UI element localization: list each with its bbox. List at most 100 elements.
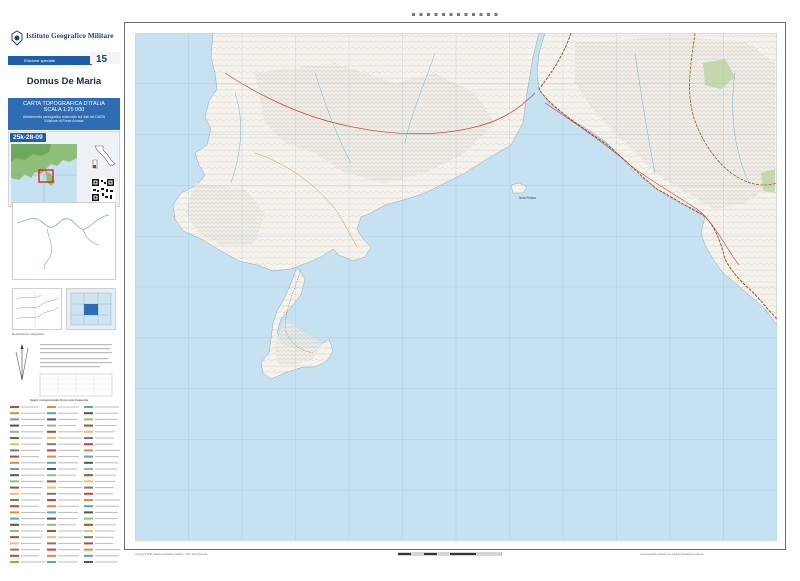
legend-entry-text: [21, 468, 45, 470]
legend-symbol: [10, 511, 19, 514]
legend-entry-text: [58, 418, 77, 420]
legal-note: La cartografia prodotta non viola la leg…: [640, 553, 705, 556]
legend-symbol: [10, 517, 19, 520]
legend-entry-text: [21, 462, 46, 464]
legend-entry-text: [58, 449, 80, 451]
legend-symbol: [84, 511, 93, 514]
locator-map: [11, 144, 77, 206]
legend-entry-text: [95, 418, 117, 420]
legend-symbol: [84, 480, 93, 483]
legend-symbol: [84, 461, 93, 464]
legend-symbol: [84, 424, 93, 427]
legend-entry-text: [95, 561, 118, 563]
legend-entry-text: [58, 493, 81, 495]
legend-entry-text: [21, 406, 39, 408]
legend-entry-text: [21, 412, 46, 414]
legend-symbol: [84, 455, 93, 458]
legend-entry-text: [95, 524, 116, 526]
legend-entry-text: [21, 456, 39, 458]
legend-symbol: [84, 499, 93, 501]
legend-symbol: [10, 443, 19, 446]
italy-overview-icon: [92, 145, 116, 169]
legend-title: Segni convenzionali di uso più frequente: [30, 398, 89, 402]
republic-emblem-icon: [11, 30, 23, 46]
legend-symbol: [84, 418, 93, 421]
legend-symbol: [47, 468, 56, 470]
legend-entry-text: [21, 518, 45, 520]
index-tick: [457, 13, 460, 16]
legend-symbol: [10, 424, 19, 427]
legend-entry-text: [58, 425, 76, 427]
legend-entry-text: [21, 474, 44, 476]
legend-entry-text: [58, 462, 78, 464]
legend-entry-text: [95, 449, 120, 451]
legend-entry-text: [21, 530, 43, 532]
legend-entry-text: [58, 468, 77, 470]
index-tick: [464, 13, 468, 16]
legend-entry-text: [58, 511, 78, 513]
legend-entry-text: [21, 487, 42, 489]
legend-symbol: [47, 530, 56, 532]
legend-symbol: [47, 443, 56, 446]
legend-entry-text: [21, 511, 46, 513]
legend-symbol: [10, 505, 19, 508]
legend-symbol: [10, 430, 19, 433]
forest-patch-2: [761, 169, 775, 193]
legend-entry-text: [58, 499, 80, 501]
legend-entry-text: [95, 456, 119, 458]
legend-symbol: [84, 412, 93, 415]
legend-entry-text: [58, 431, 83, 433]
index-tick: [487, 13, 490, 16]
legend-entry-text: [95, 493, 113, 495]
sheet-grid-icon: [70, 292, 112, 326]
legend-entry-text: [21, 431, 43, 433]
legend-symbol: [84, 430, 93, 433]
legend-entry-text: [95, 549, 120, 551]
legend-entry-text: [58, 549, 80, 551]
legend-entry-text: [21, 555, 39, 557]
qr-code-icon[interactable]: [91, 178, 115, 202]
legend-entry-text: [95, 462, 118, 464]
legend-symbol: [10, 492, 19, 495]
legend-symbol: [47, 492, 56, 495]
badge-number: 15: [96, 54, 108, 65]
legend-panel: Segni convenzionali di uso più frequente: [8, 398, 120, 570]
legend-symbol: [84, 517, 93, 520]
legend-entry-text: [95, 536, 114, 538]
legend-symbol: [47, 499, 56, 501]
legend-entry-text: [95, 480, 115, 482]
magnetic-declination-panel: [12, 288, 62, 330]
legend-symbol: [47, 554, 56, 557]
legend-symbol: [84, 523, 93, 526]
legend-symbol: [10, 455, 19, 458]
sheet-title-box: CARTA TOPOGRAFICA D'ITALIA SCALA 1:25 00…: [8, 98, 120, 130]
legend-symbol: [10, 486, 19, 489]
legend-symbol: [10, 418, 19, 421]
legend-symbol: [47, 455, 56, 458]
coastline-overview: [16, 214, 110, 270]
index-tick: [494, 13, 498, 16]
legend-symbol: [47, 523, 56, 526]
topographic-map[interactable]: Isola Rossa: [135, 33, 777, 541]
legend-symbol: [10, 437, 19, 439]
legend-entry-text: [21, 561, 46, 563]
declination-graph: [16, 291, 60, 327]
legend-entry-text: [21, 443, 41, 445]
adjacent-sheets-panel: [12, 202, 116, 280]
legend-entry-text: [58, 474, 76, 476]
map-sidebar: Istituto Geografico Militare Edizione sp…: [8, 18, 120, 571]
copyright-note: Copyright 2021 Istituto Geografico Milit…: [135, 553, 208, 556]
legend-symbol: [84, 554, 93, 557]
legend-symbol: [47, 406, 56, 408]
declination-caption: Declinazione magnetica: [12, 332, 44, 336]
legend-symbol: [84, 536, 93, 539]
legend-symbol: [84, 449, 93, 452]
legend-entry-text: [58, 536, 82, 538]
legend-entry-text: [58, 443, 81, 445]
legend-entry-text: [58, 437, 82, 439]
legend-symbol: [84, 468, 93, 470]
legend-symbol: [84, 486, 93, 489]
index-tick: [419, 13, 423, 16]
legend-entry-text: [58, 406, 79, 408]
legend-symbol: [47, 505, 56, 508]
